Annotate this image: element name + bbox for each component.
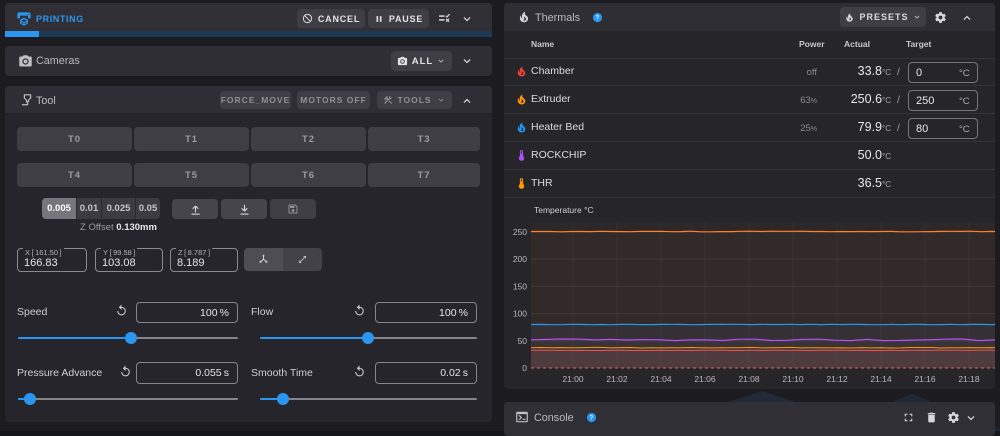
svg-text:21:00: 21:00 [562, 374, 584, 384]
svg-text:21:14: 21:14 [870, 374, 892, 384]
svg-text:21:02: 21:02 [606, 374, 628, 384]
svg-text:21:18: 21:18 [958, 374, 980, 384]
svg-text:21:16: 21:16 [914, 374, 936, 384]
svg-text:250: 250 [513, 227, 527, 237]
svg-text:21:10: 21:10 [782, 374, 804, 384]
svg-text:200: 200 [513, 254, 527, 264]
svg-text:21:08: 21:08 [738, 374, 760, 384]
svg-text:21:04: 21:04 [650, 374, 672, 384]
svg-text:Temperature °C: Temperature °C [534, 205, 594, 215]
svg-text:50: 50 [518, 336, 528, 346]
svg-text:?: ? [590, 416, 594, 422]
svg-text:21:12: 21:12 [826, 374, 848, 384]
svg-text:100: 100 [513, 309, 527, 319]
svg-text:21:06: 21:06 [694, 374, 716, 384]
svg-text:?: ? [596, 16, 600, 22]
svg-text:150: 150 [513, 281, 527, 291]
svg-text:0: 0 [522, 363, 527, 373]
